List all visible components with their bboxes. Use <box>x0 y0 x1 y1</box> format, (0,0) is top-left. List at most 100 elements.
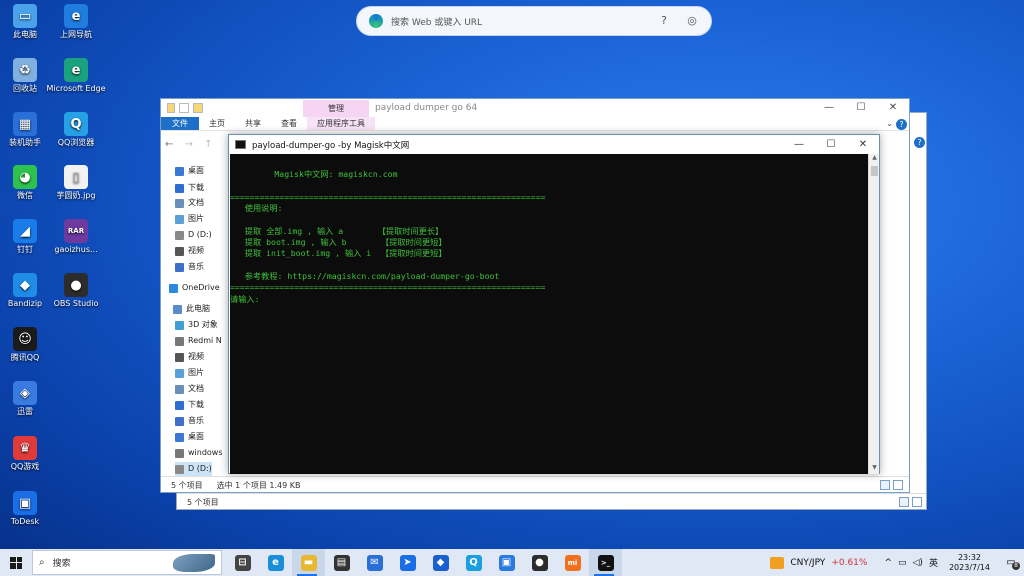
tab-app-tools[interactable]: 应用程序工具 <box>307 117 375 130</box>
tab-file[interactable]: 文件 <box>161 117 199 130</box>
taskbar: ⌕ 搜索 ⊟ e ▬ ▤ ✉ ➤ ◆ Q ▣ ● mi >_ CNY/JPY +0.61% ^ ▭ ◁… <box>0 549 1024 576</box>
taskbar-app-qq-browser[interactable]: Q <box>457 549 490 576</box>
nav-item[interactable]: D (D:) <box>175 462 212 476</box>
nav-item[interactable]: 图片 <box>175 212 204 226</box>
explorer-titlebar[interactable] <box>161 99 909 117</box>
tiles-view-icon[interactable] <box>912 497 922 507</box>
taskbar-app-store[interactable]: ▤ <box>325 549 358 576</box>
ribbon-expand-icon[interactable]: ⌄ <box>886 119 893 128</box>
nav-item[interactable]: 桌面 <box>175 430 204 444</box>
nav-item[interactable]: 视频 <box>175 244 204 258</box>
folder-icon <box>167 103 175 113</box>
taskbar-app-mi[interactable]: mi <box>556 549 589 576</box>
nav-item[interactable]: 下载 <box>175 181 204 195</box>
tab-home[interactable]: 主页 <box>199 117 235 130</box>
nav-item[interactable]: OneDrive <box>169 281 220 295</box>
volume-icon[interactable]: ◁) <box>913 558 923 568</box>
taskbar-app-obs[interactable]: ● <box>523 549 556 576</box>
nav-item-label: 图片 <box>188 214 204 223</box>
clock[interactable]: 23:32 2023/7/14 <box>949 553 990 573</box>
nav-item-icon <box>175 464 184 474</box>
nav-item-label: 文档 <box>188 198 204 207</box>
nav-item[interactable]: 文档 <box>175 382 204 396</box>
close-button[interactable]: ✕ <box>877 99 909 117</box>
tab-manage[interactable]: 管理 <box>303 100 369 117</box>
nav-item[interactable]: 图片 <box>175 366 204 380</box>
details-view-icon[interactable] <box>899 497 909 507</box>
nav-item[interactable]: 3D 对象 <box>175 318 218 332</box>
nav-item[interactable]: 此电脑 <box>173 302 210 316</box>
desktop-icon[interactable]: ◈ 迅雷 <box>0 381 57 417</box>
taskbar-app-app-blue2[interactable]: ◆ <box>424 549 457 576</box>
notification-center-button[interactable]: ▭ 8 <box>998 557 1024 570</box>
help-icon-back[interactable]: ? <box>914 137 925 148</box>
console-maximize-button[interactable]: ☐ <box>815 135 847 154</box>
large-icons-view-icon[interactable] <box>893 480 903 490</box>
nav-item[interactable]: 桌面 <box>175 164 204 178</box>
task-view-icon: ⊟ <box>234 554 251 571</box>
taskbar-app-file-explorer[interactable]: ▬ <box>292 549 325 576</box>
desktop-icon[interactable]: ☺ 腾讯QQ <box>0 327 57 363</box>
nav-item-icon <box>175 320 184 330</box>
view-buttons-back[interactable] <box>899 497 922 507</box>
view-buttons[interactable] <box>880 480 903 490</box>
desktop-icon[interactable]: ▣ ToDesk <box>0 491 57 527</box>
desktop-icon[interactable]: RAR gaoizhus... <box>44 219 108 255</box>
start-button[interactable] <box>0 549 32 576</box>
taskbar-search[interactable]: ⌕ 搜索 <box>32 550 222 575</box>
desktop-icon[interactable]: e 上网导航 <box>44 4 108 40</box>
chevron-up-icon[interactable]: ^ <box>884 558 892 568</box>
console-titlebar[interactable]: payload-dumper-go -by Magisk中文网 <box>229 135 879 154</box>
nav-item[interactable]: D (D:) <box>175 228 212 242</box>
nav-item[interactable]: 文档 <box>175 196 204 210</box>
network-icon[interactable]: ▭ <box>898 558 907 568</box>
nav-item-label: 下载 <box>188 183 204 192</box>
nav-item[interactable]: 音乐 <box>175 414 204 428</box>
help-icon[interactable]: ? <box>657 14 671 28</box>
taskbar-app-app-blue[interactable]: ➤ <box>391 549 424 576</box>
scroll-up-icon[interactable]: ▲ <box>869 154 880 164</box>
console-close-button[interactable]: ✕ <box>847 135 879 154</box>
nav-item-icon <box>175 336 184 346</box>
taskbar-app-task-view[interactable]: ⊟ <box>226 549 259 576</box>
taskbar-app-mail[interactable]: ✉ <box>358 549 391 576</box>
desktop-icon[interactable]: e Microsoft Edge <box>44 58 108 94</box>
taskbar-app-terminal[interactable]: >_ <box>589 549 622 576</box>
desktop-icon[interactable]: ♛ QQ游戏 <box>0 436 57 472</box>
scroll-down-icon[interactable]: ▼ <box>869 464 880 474</box>
quick-access-toolbar[interactable] <box>161 103 203 113</box>
nav-item[interactable]: Redmi N <box>175 334 222 348</box>
properties-icon[interactable] <box>179 103 189 113</box>
console-minimize-button[interactable]: — <box>783 135 815 154</box>
help-icon[interactable]: ? <box>896 119 907 130</box>
stock-widget[interactable]: CNY/JPY +0.61% <box>770 556 867 569</box>
taskbar-app-edge[interactable]: e <box>259 549 292 576</box>
new-folder-icon[interactable] <box>193 103 203 113</box>
console-scrollbar[interactable]: ▲ ▼ <box>868 154 879 474</box>
nav-item[interactable]: 音乐 <box>175 260 204 274</box>
nav-item[interactable]: 下载 <box>175 398 204 412</box>
scroll-thumb[interactable] <box>871 166 878 176</box>
ime-indicator[interactable]: 英 <box>929 556 938 569</box>
desktop-icon[interactable]: Q QQ浏览器 <box>44 112 108 148</box>
camera-icon[interactable]: ◎ <box>685 14 699 28</box>
desktop-icon[interactable]: ● OBS Studio <box>44 273 108 309</box>
console-title: payload-dumper-go -by Magisk中文网 <box>252 140 410 151</box>
currency-icon <box>770 556 785 569</box>
minimize-button[interactable]: — <box>813 99 845 117</box>
details-view-icon[interactable] <box>880 480 890 490</box>
tab-share[interactable]: 共享 <box>235 117 271 130</box>
maximize-button[interactable]: ☐ <box>845 99 877 117</box>
nav-item-icon <box>175 183 184 193</box>
browser-search-bar[interactable]: 搜索 Web 或键入 URL ? ◎ <box>356 6 712 36</box>
nav-item[interactable]: 视频 <box>175 350 204 364</box>
console-output[interactable]: Magisk中文网: magiskcn.com =================… <box>230 154 869 474</box>
app-icon: ☺ <box>13 327 37 351</box>
desktop-icon[interactable]: ▯ 芋圆奶.jpg <box>44 165 108 201</box>
console-window[interactable]: payload-dumper-go -by Magisk中文网 — ☐ ✕ Ma… <box>228 134 880 474</box>
tab-view[interactable]: 查看 <box>271 117 307 130</box>
nav-item-icon <box>175 368 184 378</box>
browser-search-input[interactable]: 搜索 Web 或键入 URL <box>391 15 643 28</box>
taskbar-app-app-todesk[interactable]: ▣ <box>490 549 523 576</box>
nav-item[interactable]: windows <box>175 446 223 460</box>
